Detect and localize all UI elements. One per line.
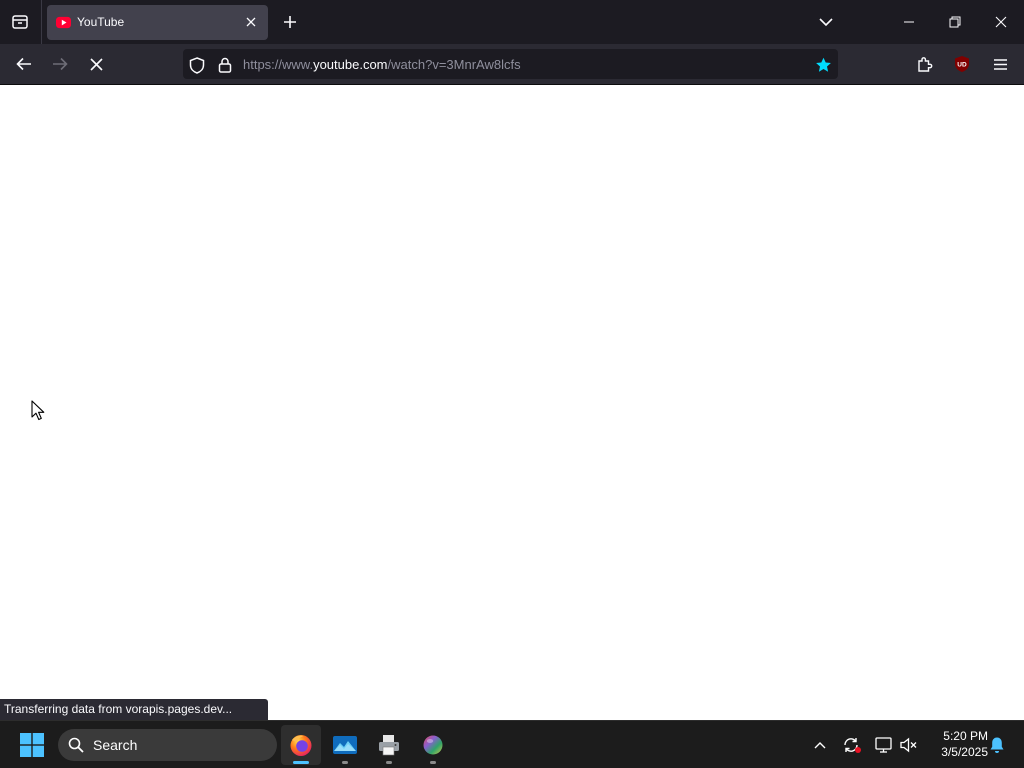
restore-icon bbox=[949, 16, 961, 28]
taskbar-search-box[interactable]: Search bbox=[58, 729, 277, 761]
bookmark-star-button[interactable] bbox=[812, 54, 834, 76]
active-app-indicator bbox=[293, 761, 309, 764]
stop-icon bbox=[89, 57, 103, 71]
back-button[interactable] bbox=[9, 49, 39, 79]
star-icon bbox=[815, 57, 831, 72]
screen: YouTube https://www.youtube.com/watch?v=… bbox=[0, 0, 1024, 768]
volume-muted-icon bbox=[900, 737, 917, 753]
page-content[interactable] bbox=[0, 85, 1024, 720]
chevron-up-icon bbox=[814, 742, 826, 749]
close-icon bbox=[995, 16, 1007, 28]
clock-time: 5:20 PM bbox=[943, 729, 988, 743]
tray-network-button[interactable] bbox=[872, 733, 896, 757]
ublock-origin-button[interactable]: UD bbox=[947, 49, 977, 79]
window-restore-button[interactable] bbox=[932, 0, 978, 44]
puzzle-piece-icon bbox=[917, 56, 932, 72]
url-prefix: https://www. bbox=[243, 57, 314, 72]
plus-icon bbox=[284, 16, 296, 28]
tab-youtube[interactable]: YouTube bbox=[47, 5, 268, 40]
close-icon bbox=[246, 17, 256, 27]
printer-icon bbox=[379, 735, 399, 756]
extensions-button[interactable] bbox=[909, 49, 939, 79]
taskbar-app-firefox[interactable] bbox=[281, 725, 321, 765]
tab-separator bbox=[41, 0, 42, 44]
stop-loading-button[interactable] bbox=[81, 49, 111, 79]
minimize-icon bbox=[904, 21, 914, 23]
window-minimize-button[interactable] bbox=[886, 0, 932, 44]
network-icon bbox=[875, 737, 892, 753]
taskbar: Search 5:20 PM 3/5/2025 bbox=[0, 720, 1024, 768]
photos-icon bbox=[333, 736, 357, 754]
svg-text:UD: UD bbox=[957, 62, 967, 69]
app-running-indicator bbox=[342, 761, 348, 764]
new-tab-button[interactable] bbox=[276, 8, 304, 36]
site-info-button[interactable] bbox=[215, 55, 235, 75]
window-close-button[interactable] bbox=[978, 0, 1024, 44]
tray-volume-button[interactable] bbox=[897, 733, 921, 757]
chevron-down-icon bbox=[819, 18, 833, 27]
show-hidden-icons-button[interactable] bbox=[808, 733, 832, 757]
search-icon bbox=[68, 737, 84, 753]
bell-icon bbox=[990, 737, 1004, 753]
taskbar-app-color[interactable] bbox=[413, 725, 453, 765]
hamburger-menu-icon bbox=[993, 58, 1007, 70]
sync-alert-icon bbox=[844, 738, 861, 753]
arrow-left-icon bbox=[16, 57, 31, 71]
youtube-favicon-icon bbox=[56, 16, 71, 29]
status-panel: Transferring data from vorapis.pages.dev… bbox=[0, 699, 269, 720]
taskbar-app-printer[interactable] bbox=[369, 725, 409, 765]
mouse-cursor-icon bbox=[31, 400, 45, 421]
clock-date: 3/5/2025 bbox=[941, 745, 988, 759]
lock-icon bbox=[218, 57, 232, 73]
windows-logo-icon bbox=[20, 733, 44, 757]
tracking-protection-button[interactable] bbox=[187, 55, 207, 75]
firefox-view-button[interactable] bbox=[4, 7, 36, 37]
start-button[interactable] bbox=[14, 730, 50, 760]
tab-close-button[interactable] bbox=[242, 13, 260, 31]
arrow-right-icon bbox=[53, 57, 68, 71]
app-running-indicator bbox=[386, 761, 392, 764]
tab-strip: YouTube bbox=[0, 0, 1024, 44]
tab-list-icon bbox=[12, 15, 28, 29]
url-path: /watch?v=3MnrAw8lcfs bbox=[387, 57, 521, 72]
search-placeholder: Search bbox=[93, 737, 138, 753]
tab-title: YouTube bbox=[77, 15, 125, 29]
list-all-tabs-button[interactable] bbox=[812, 8, 840, 36]
tray-sync-button[interactable] bbox=[840, 733, 864, 757]
color-ball-icon bbox=[423, 735, 443, 755]
forward-button[interactable] bbox=[45, 49, 75, 79]
taskbar-app-photos[interactable] bbox=[325, 725, 365, 765]
system-clock[interactable]: 5:20 PM 3/5/2025 bbox=[924, 728, 988, 760]
shield-icon bbox=[189, 56, 205, 74]
firefox-icon bbox=[290, 735, 312, 756]
application-menu-button[interactable] bbox=[985, 49, 1015, 79]
notification-center-button[interactable] bbox=[986, 733, 1008, 757]
address-bar[interactable]: https://www.youtube.com/watch?v=3MnrAw8l… bbox=[183, 49, 838, 79]
ublock-origin-icon: UD bbox=[955, 56, 969, 72]
navigation-toolbar: https://www.youtube.com/watch?v=3MnrAw8l… bbox=[0, 44, 1024, 85]
url-text[interactable]: https://www.youtube.com/watch?v=3MnrAw8l… bbox=[243, 57, 521, 72]
app-running-indicator bbox=[430, 761, 436, 764]
url-domain: youtube.com bbox=[313, 57, 388, 72]
